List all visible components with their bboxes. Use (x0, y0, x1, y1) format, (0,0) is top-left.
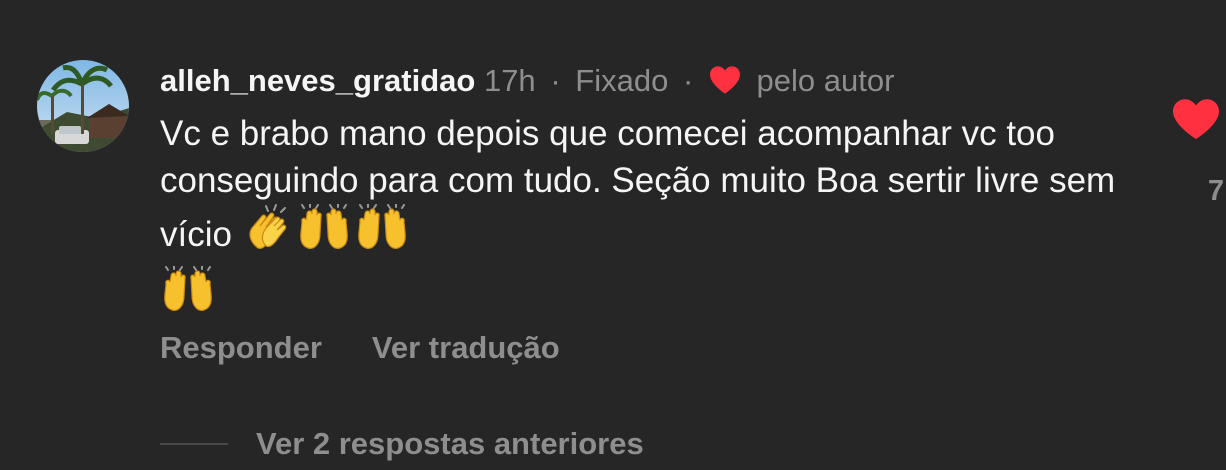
raising-hands-icon (354, 203, 410, 266)
comment-meta: alleh_neves_gratidao 17h · Fixado · pelo… (160, 58, 1160, 108)
heart-icon (708, 62, 742, 108)
username[interactable]: alleh_neves_gratidao (160, 63, 475, 98)
translate-button[interactable]: Ver tradução (372, 330, 560, 365)
separator: · (682, 63, 694, 98)
view-previous-replies-button[interactable]: Ver 2 respostas anteriores (256, 426, 644, 462)
raising-hands-icon (160, 265, 216, 328)
pinned-label: Fixado (575, 63, 669, 98)
comment-actions: Responder Ver tradução (160, 330, 560, 366)
view-replies[interactable]: Ver 2 respostas anteriores (160, 420, 644, 468)
reply-button[interactable]: Responder (160, 330, 322, 365)
like-heart-icon[interactable] (1172, 98, 1220, 145)
replies-divider (160, 443, 228, 445)
avatar[interactable] (37, 60, 129, 152)
clapping-hands-icon (244, 204, 294, 266)
separator: · (550, 63, 561, 98)
comment: alleh_neves_gratidao 17h · Fixado · pelo… (0, 0, 1226, 470)
liked-by-author-label: pelo autor (756, 63, 895, 98)
comment-body: alleh_neves_gratidao 17h · Fixado · pelo… (160, 58, 1160, 328)
raising-hands-icon (296, 203, 352, 266)
like-column: 7 (1166, 98, 1226, 208)
comment-time: 17h (483, 63, 536, 98)
comment-text: Vc e brabo mano depois que comecei acomp… (160, 110, 1120, 328)
like-count: 7 (1207, 175, 1224, 207)
